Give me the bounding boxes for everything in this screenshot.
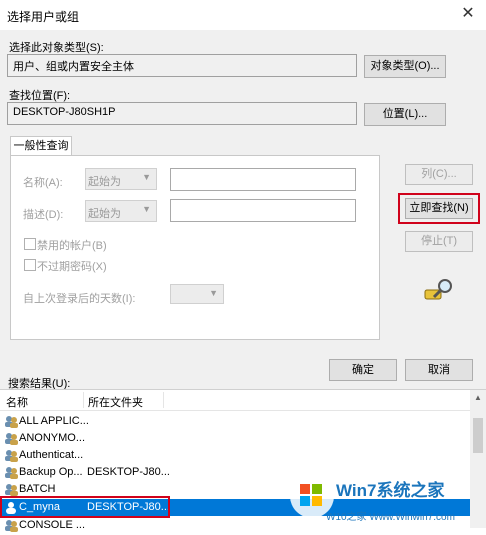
- location-field: DESKTOP-J80SH1P: [7, 102, 357, 125]
- column-header-name[interactable]: 名称: [6, 394, 28, 410]
- name-operator-select[interactable]: 起始为 ▼: [85, 168, 157, 190]
- search-magnifier-icon: [423, 276, 457, 302]
- watermark-url: W10之家 Www.Winwin7.com: [326, 512, 455, 523]
- tab-common-queries[interactable]: 一般性查询: [10, 136, 72, 157]
- common-queries-panel: 名称(A): 起始为 ▼ 描述(D): 起始为 ▼ 禁用的帐户(B) 不过期密码…: [10, 155, 380, 340]
- days-since-login-label: 自上次登录后的天数(I):: [23, 293, 136, 305]
- select-users-dialog: 选择用户或组 ✕ 选择此对象类型(S): 用户、组或内置安全主体 对象类型(O)…: [0, 0, 486, 532]
- column-divider: [163, 392, 164, 408]
- name-label: 名称(A):: [23, 177, 63, 189]
- non-expiring-password-label: 不过期密码(X): [37, 261, 107, 273]
- watermark-logo: Win7系统之家 W10之家 Www.Winwin7.com: [286, 470, 486, 527]
- selected-user-highlight: [0, 496, 170, 518]
- results-header: 名称 所在文件夹: [0, 390, 470, 411]
- item-name: Authenticat...: [19, 449, 84, 461]
- group-icon: [4, 483, 18, 496]
- group-icon: [4, 449, 18, 462]
- watermark-title: Win7系统之家: [336, 481, 445, 500]
- disabled-accounts-checkbox[interactable]: [24, 238, 36, 250]
- ok-button[interactable]: 确定: [329, 359, 397, 381]
- cancel-button[interactable]: 取消: [405, 359, 473, 381]
- group-icon: [4, 466, 18, 479]
- locations-button[interactable]: 位置(L)...: [364, 103, 446, 126]
- description-operator-value: 起始为: [88, 208, 121, 220]
- item-name: CONSOLE ...: [19, 519, 86, 531]
- object-types-button[interactable]: 对象类型(O)...: [364, 55, 446, 78]
- location-label: 查找位置(F):: [9, 90, 71, 102]
- group-icon: [4, 519, 18, 532]
- chevron-down-icon: ▼: [142, 204, 151, 214]
- chevron-down-icon: ▼: [142, 172, 151, 182]
- description-label: 描述(D):: [23, 209, 64, 221]
- non-expiring-password-checkbox[interactable]: [24, 259, 36, 271]
- scroll-up-icon[interactable]: ▲: [470, 390, 486, 406]
- list-item[interactable]: ANONYMO...: [0, 430, 470, 447]
- chevron-down-icon: ▼: [209, 288, 218, 298]
- item-name: ALL APPLIC...: [19, 415, 89, 427]
- item-name: BATCH: [19, 483, 56, 495]
- columns-button[interactable]: 列(C)...: [405, 164, 473, 185]
- close-icon[interactable]: ✕: [458, 4, 478, 24]
- find-now-highlight: [398, 193, 480, 224]
- object-type-label: 选择此对象类型(S):: [9, 42, 104, 54]
- item-name: ANONYMO...: [19, 432, 86, 444]
- description-operator-select[interactable]: 起始为 ▼: [85, 200, 157, 222]
- name-input[interactable]: [170, 168, 356, 191]
- window-title: 选择用户或组: [7, 10, 80, 24]
- list-item[interactable]: Authenticat...: [0, 447, 470, 464]
- column-header-folder[interactable]: 所在文件夹: [88, 394, 143, 410]
- group-icon: [4, 432, 18, 445]
- disabled-accounts-label: 禁用的帐户(B): [37, 240, 107, 252]
- item-folder: DESKTOP-J80...: [87, 466, 170, 478]
- days-since-login-select[interactable]: ▼: [170, 284, 224, 304]
- list-item[interactable]: ALL APPLIC...: [0, 413, 470, 430]
- stop-button[interactable]: 停止(T): [405, 231, 473, 252]
- title-bar: 选择用户或组 ✕: [0, 0, 486, 30]
- item-name: Backup Op...: [19, 466, 83, 478]
- column-divider: [83, 392, 84, 408]
- description-input[interactable]: [170, 199, 356, 222]
- group-icon: [4, 415, 18, 428]
- scroll-thumb[interactable]: [473, 418, 483, 453]
- object-type-field: 用户、组或内置安全主体: [7, 54, 357, 77]
- name-operator-value: 起始为: [88, 176, 121, 188]
